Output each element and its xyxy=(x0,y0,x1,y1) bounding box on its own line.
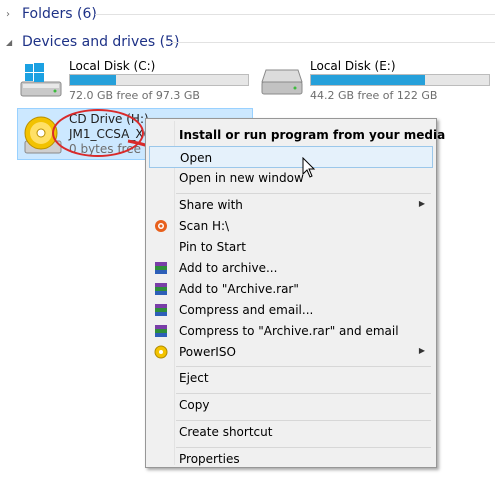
drive-tile-e[interactable]: Local Disk (E:) 44.2 GB free of 122 GB xyxy=(258,56,494,104)
drive-usage-fill xyxy=(311,75,425,85)
drive-free-space: 44.2 GB free of 122 GB xyxy=(310,89,438,102)
menu-item-label: Pin to Start xyxy=(179,240,246,254)
drive-name: Local Disk (C:) xyxy=(69,59,156,73)
menu-item-add-to-archive[interactable]: Add to archive... xyxy=(149,257,433,279)
menu-item-label: Scan H:\ xyxy=(179,219,230,233)
antivirus-icon xyxy=(155,220,167,232)
menu-item-pin-to-start[interactable]: Pin to Start xyxy=(149,236,433,258)
winrar-icon xyxy=(155,283,167,295)
devices-group-header[interactable]: ◢ Devices and drives (5) xyxy=(6,32,179,52)
menu-item-label: Open xyxy=(180,151,213,165)
submenu-arrow-icon: ▶ xyxy=(418,346,425,355)
folders-group-title: Folders (6) xyxy=(22,6,97,22)
winrar-icon xyxy=(155,304,167,316)
expand-chevron-icon[interactable]: › xyxy=(6,9,18,20)
menu-item-open[interactable]: Open xyxy=(149,146,433,168)
menu-item-add-to-archive-rar[interactable]: Add to "Archive.rar" xyxy=(149,278,433,300)
hard-drive-icon xyxy=(261,69,303,95)
winrar-icon xyxy=(155,325,167,337)
menu-item-open-new-window[interactable]: Open in new window xyxy=(149,167,433,189)
menu-item-label: Properties xyxy=(179,452,240,466)
collapse-chevron-icon[interactable]: ◢ xyxy=(6,38,18,47)
menu-item-label: Add to "Archive.rar" xyxy=(179,282,299,296)
menu-item-scan[interactable]: Scan H:\ xyxy=(149,215,433,237)
devices-group-title: Devices and drives (5) xyxy=(22,34,180,50)
menu-item-properties[interactable]: Properties xyxy=(149,448,433,470)
menu-item-label: Eject xyxy=(179,371,209,385)
menu-item-label: Open in new window xyxy=(179,171,304,185)
menu-item-label: Add to archive... xyxy=(179,261,278,275)
group-divider xyxy=(95,14,495,15)
drive-name: Local Disk (E:) xyxy=(310,59,396,73)
menu-item-eject[interactable]: Eject xyxy=(149,367,433,389)
drive-tile-c[interactable]: Local Disk (C:) 72.0 GB free of 97.3 GB xyxy=(17,56,253,104)
menu-item-compress-rar-email[interactable]: Compress to "Archive.rar" and email xyxy=(149,320,433,342)
folders-group-header[interactable]: › Folders (6) xyxy=(6,4,97,24)
winrar-icon xyxy=(155,262,167,274)
submenu-arrow-icon: ▶ xyxy=(418,199,425,208)
group-divider xyxy=(168,42,495,43)
menu-item-label: Share with xyxy=(179,198,243,212)
menu-item-label: Install or run program from your media xyxy=(179,128,446,142)
poweriso-icon xyxy=(154,345,168,359)
windows-drive-icon xyxy=(20,63,62,97)
mouse-cursor-icon xyxy=(302,157,316,178)
menu-item-label: Copy xyxy=(179,398,210,412)
menu-item-label: PowerISO xyxy=(179,345,236,359)
context-menu: Install or run program from your media O… xyxy=(145,118,445,470)
drive-usage-fill xyxy=(70,75,117,85)
menu-item-compress-email[interactable]: Compress and email... xyxy=(149,299,433,321)
drive-usage-bar xyxy=(310,74,490,86)
menu-item-copy[interactable]: Copy xyxy=(149,394,433,416)
drive-free-space: 72.0 GB free of 97.3 GB xyxy=(69,89,200,102)
drive-usage-bar xyxy=(69,74,249,86)
menu-item-label: Compress to "Archive.rar" and email xyxy=(179,324,399,338)
menu-item-label: Create shortcut xyxy=(179,425,273,439)
menu-item-label: Compress and email... xyxy=(179,303,314,317)
menu-item-poweriso[interactable]: PowerISO ▶ xyxy=(149,341,433,363)
menu-item-install-run[interactable]: Install or run program from your media xyxy=(149,124,445,146)
menu-item-share-with[interactable]: Share with ▶ xyxy=(149,194,433,216)
menu-item-create-shortcut[interactable]: Create shortcut xyxy=(149,421,433,443)
